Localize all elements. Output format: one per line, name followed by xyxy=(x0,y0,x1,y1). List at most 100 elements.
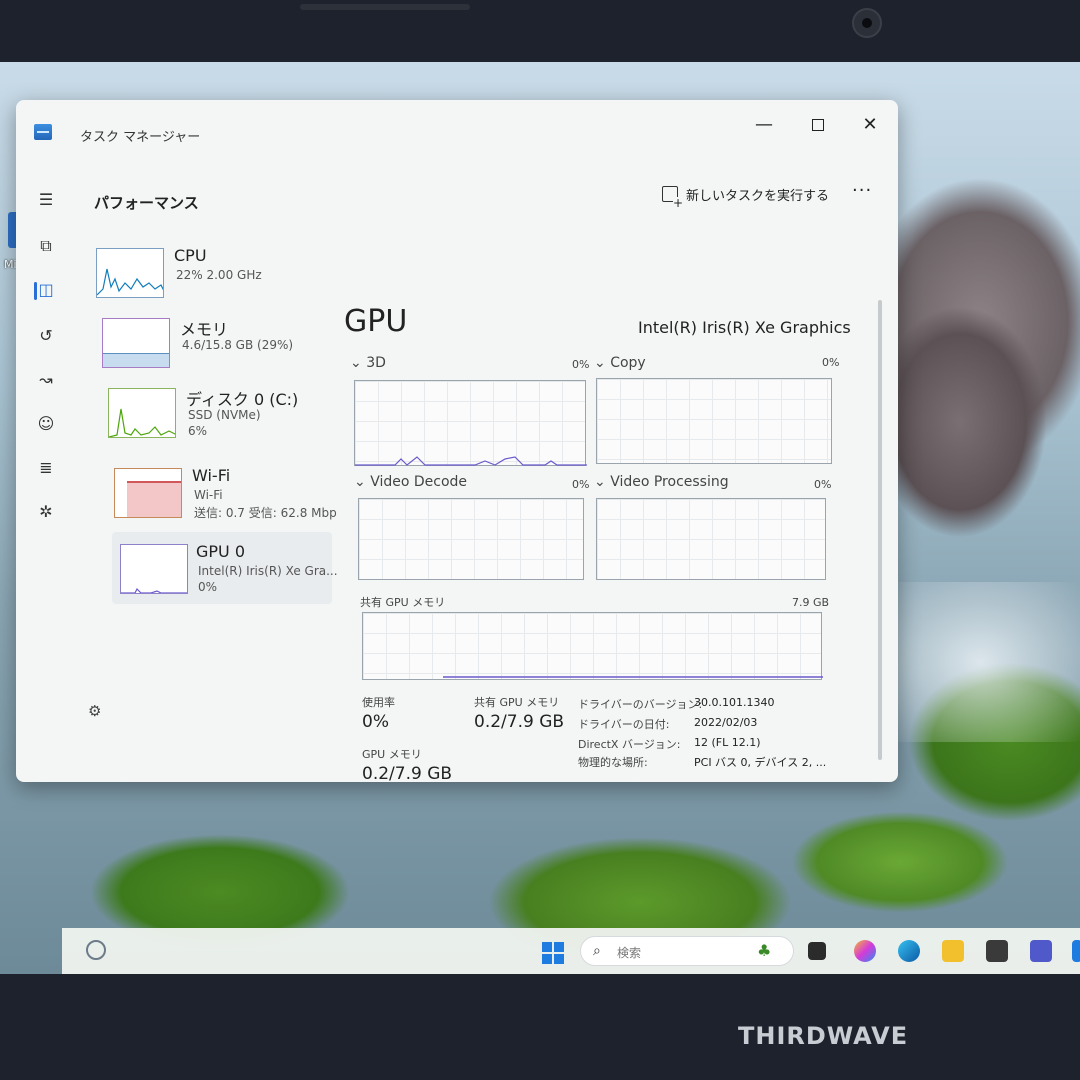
task-manager-window: タスク マネージャー — ✕ パフォーマンス 新しいタスクを実行する ··· ☰… xyxy=(16,100,898,782)
directx-version-label: DirectX バージョン: xyxy=(578,738,681,751)
file-explorer-icon[interactable] xyxy=(942,940,964,962)
start-button[interactable] xyxy=(542,942,564,964)
search-highlight-icon: ♣ xyxy=(757,941,772,960)
disk-thumbnail-graph xyxy=(108,388,176,438)
teams-icon[interactable] xyxy=(1030,940,1052,962)
physical-location-value: PCI バス 0, デバイス 2, ... xyxy=(694,756,827,769)
gpu-mini-line xyxy=(121,587,187,593)
taskbar: ⌕ 検索 ♣ xyxy=(62,928,1080,974)
brand-logo: THIRDWAVE xyxy=(738,1022,909,1050)
engine-pct-video-decode: 0% xyxy=(572,478,590,491)
engine-name: Video Processing xyxy=(610,474,729,490)
processes-icon[interactable]: ⧉ xyxy=(34,234,58,258)
task-view-icon[interactable] xyxy=(808,942,826,960)
shared-memory-label: 共有 GPU メモリ xyxy=(360,596,446,609)
more-options-button[interactable]: ··· xyxy=(852,180,872,201)
task-manager-app-icon xyxy=(34,124,52,140)
device-name: CPU xyxy=(174,246,207,265)
bezel-bar xyxy=(300,4,470,10)
device-name: メモリ xyxy=(180,320,229,339)
overflow-app-icon[interactable] xyxy=(1072,940,1080,962)
device-sub: 22% 2.00 GHz xyxy=(176,268,262,282)
engine-graph-copy xyxy=(596,378,832,464)
shared-gpu-memory-value: 0.2/7.9 GB xyxy=(474,712,565,732)
new-task-icon xyxy=(662,186,683,209)
scrollbar[interactable] xyxy=(878,300,882,760)
device-item-disk[interactable]: ディスク 0 (C:) SSD (NVMe) 6% xyxy=(108,380,348,452)
driver-date-label: ドライバーの日付: xyxy=(578,718,670,731)
app-history-icon[interactable]: ↺ xyxy=(34,324,58,348)
gpu-thumbnail-graph xyxy=(120,544,188,594)
device-sub: 0% xyxy=(198,580,218,594)
webcam xyxy=(852,8,882,38)
device-item-wifi[interactable]: Wi-Fi Wi-Fi 送信: 0.7 受信: 62.8 Mbp xyxy=(114,460,354,532)
directx-version-value: 12 (FL 12.1) xyxy=(694,736,761,749)
device-sub: SSD (NVMe) xyxy=(188,408,261,422)
device-name: ディスク 0 (C:) xyxy=(186,390,299,409)
widgets-icon[interactable] xyxy=(86,940,106,960)
title-bar[interactable]: タスク マネージャー — ✕ xyxy=(16,100,898,152)
screen: Micr タスク マネージャー — ✕ パフォーマンス 新しいタスクを実行する … xyxy=(0,62,1080,974)
engine-name: Copy xyxy=(610,355,646,371)
driver-date-value: 2022/02/03 xyxy=(694,716,758,729)
device-item-memory[interactable]: メモリ 4.6/15.8 GB (29%) xyxy=(102,310,342,382)
gpu-mini-chart xyxy=(121,587,187,593)
window-title: タスク マネージャー xyxy=(80,130,201,145)
minimize-button[interactable]: — xyxy=(738,108,790,142)
services-icon[interactable]: ✲ xyxy=(34,500,58,524)
graph-3d-chart xyxy=(355,456,587,466)
performance-icon[interactable]: ◫ xyxy=(34,278,58,302)
shared-memory-chart xyxy=(443,676,823,678)
detail-model-name: Intel(R) Iris(R) Xe Graphics xyxy=(638,318,851,337)
users-icon[interactable]: ☺ xyxy=(34,412,58,436)
engine-label-copy[interactable]: ⌄ Copy xyxy=(594,355,646,371)
driver-version-value: 30.0.101.1340 xyxy=(694,696,775,709)
edge-browser-icon[interactable] xyxy=(898,940,920,962)
engine-pct-3d: 0% xyxy=(572,358,590,371)
device-item-gpu[interactable]: GPU 0 Intel(R) Iris(R) Xe Gra... 0% xyxy=(112,532,338,604)
engine-graph-3d xyxy=(354,380,587,466)
engine-label-video-processing[interactable]: ⌄ Video Processing xyxy=(594,474,729,490)
run-new-task-button[interactable]: 新しいタスクを実行する xyxy=(662,182,829,209)
maximize-button[interactable] xyxy=(792,108,844,142)
usage-value: 0% xyxy=(362,712,389,732)
engine-pct-video-processing: 0% xyxy=(814,478,832,491)
startup-apps-icon[interactable]: ↝ xyxy=(34,368,58,392)
engine-name: 3D xyxy=(366,355,386,371)
device-sub: 4.6/15.8 GB (29%) xyxy=(182,338,294,352)
disk-mini-line xyxy=(109,408,175,437)
device-name: Wi-Fi xyxy=(192,466,231,485)
disk-mini-chart xyxy=(109,408,175,437)
detail-title: GPU xyxy=(344,304,408,339)
wallpaper-mist xyxy=(880,582,1080,742)
wifi-thumbnail-graph xyxy=(114,468,182,518)
driver-version-label: ドライバーのバージョン: xyxy=(578,698,703,711)
gpu-memory-label: GPU メモリ xyxy=(362,748,422,761)
engine-label-3d[interactable]: ⌄ 3D xyxy=(350,355,386,371)
cpu-mini-line xyxy=(97,268,163,296)
physical-location-label: 物理的な場所: xyxy=(578,756,648,769)
device-sub: Intel(R) Iris(R) Xe Gra... xyxy=(198,564,338,578)
mail-icon[interactable] xyxy=(986,940,1008,962)
engine-label-video-decode[interactable]: ⌄ Video Decode xyxy=(354,474,467,490)
shared-memory-graph xyxy=(362,612,823,680)
shared-gpu-memory-label: 共有 GPU メモリ xyxy=(474,696,560,709)
search-placeholder: 検索 xyxy=(617,946,642,960)
details-icon[interactable]: ≣ xyxy=(34,456,58,480)
wifi-fill xyxy=(127,481,181,517)
cpu-mini-chart xyxy=(97,268,163,296)
hamburger-menu-icon[interactable]: ☰ xyxy=(34,188,58,212)
device-sub: 送信: 0.7 受信: 62.8 Mbp xyxy=(194,506,337,520)
copilot-icon[interactable] xyxy=(854,940,876,962)
engine-name: Video Decode xyxy=(370,474,468,490)
device-item-cpu[interactable]: CPU 22% 2.00 GHz xyxy=(96,240,336,312)
shared-memory-max: 7.9 GB xyxy=(792,596,830,609)
device-sub: 6% xyxy=(188,424,208,438)
settings-gear-icon[interactable]: ⚙ xyxy=(88,702,101,720)
taskbar-search-box[interactable]: ⌕ 検索 ♣ xyxy=(580,936,794,966)
device-name: GPU 0 xyxy=(196,542,246,561)
laptop-bezel: Micr タスク マネージャー — ✕ パフォーマンス 新しいタスクを実行する … xyxy=(0,0,1080,1080)
engine-graph-video-decode xyxy=(358,498,584,580)
graph-3d-line xyxy=(355,456,587,466)
close-button[interactable]: ✕ xyxy=(844,108,896,142)
